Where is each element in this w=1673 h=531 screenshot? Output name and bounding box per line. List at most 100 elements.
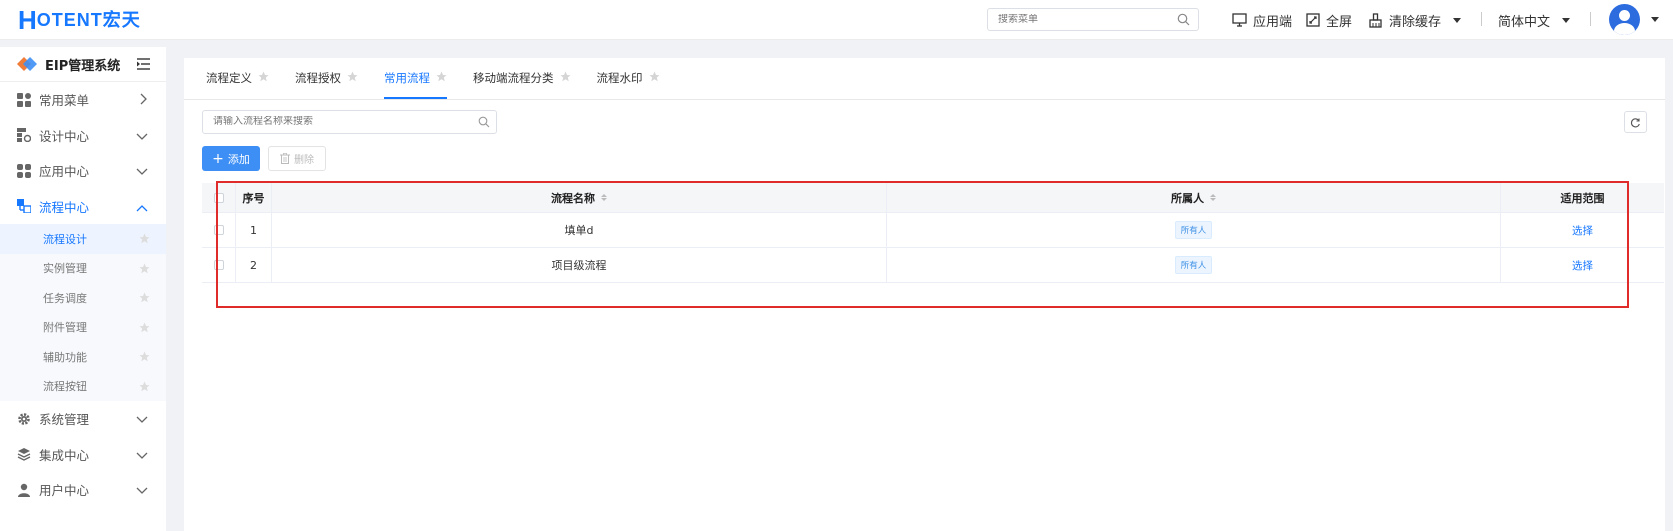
header-divider	[1590, 12, 1591, 26]
sidebar-item-user-center[interactable]: 用户中心	[0, 472, 166, 508]
flow-search-box[interactable]	[202, 110, 497, 134]
plus-icon: +	[212, 150, 224, 167]
star-icon[interactable]	[258, 71, 269, 85]
chevron-right-icon	[140, 93, 148, 108]
sidebar-subitem-label: 附件管理	[43, 321, 87, 335]
add-button[interactable]: + 添加	[202, 146, 260, 171]
sidebar-subitem-label: 辅助功能	[43, 350, 87, 364]
star-icon[interactable]	[139, 292, 150, 306]
logo-letter: H	[18, 5, 37, 35]
app-grid-icon	[17, 163, 31, 178]
tab-common-flows[interactable]: 常用流程	[384, 57, 447, 99]
sidebar-item-integration-center[interactable]: 集成中心	[0, 437, 166, 473]
delete-label: 删除	[294, 155, 314, 166]
chevron-down-icon	[136, 129, 148, 144]
sidebar-item-flow-center[interactable]: 流程中心	[0, 189, 166, 225]
sidebar-item-app-center[interactable]: 应用中心	[0, 153, 166, 189]
star-icon[interactable]	[436, 71, 447, 85]
refresh-button[interactable]	[1624, 111, 1647, 133]
chevron-down-icon	[136, 164, 148, 179]
sidebar-item-system-mgmt[interactable]: 系统管理	[0, 401, 166, 437]
star-icon[interactable]	[649, 71, 660, 85]
chevron-down-icon	[1453, 17, 1462, 23]
system-logo-icon	[17, 57, 37, 71]
design-icon	[17, 128, 31, 143]
tab-label: 流程定义	[206, 71, 252, 85]
sidebar-item-label: 流程中心	[39, 199, 90, 215]
sidebar-item-label: 系统管理	[39, 412, 90, 428]
tab-flow-authorization[interactable]: 流程授权	[295, 57, 358, 99]
tab-bar: 流程定义 流程授权 常用流程 移动端流程分类 流程水印	[184, 58, 1665, 100]
clear-cache-dropdown[interactable]: 清除缓存	[1368, 9, 1462, 31]
menu-search-box[interactable]	[987, 8, 1199, 31]
star-icon[interactable]	[139, 351, 150, 365]
app-client-label: 应用端	[1253, 14, 1293, 30]
star-icon[interactable]	[139, 322, 150, 336]
apps-icon	[17, 92, 31, 107]
clear-cache-label: 清除缓存	[1389, 14, 1442, 30]
sidebar-subitem-label: 流程按钮	[43, 380, 87, 394]
refresh-icon	[1630, 117, 1640, 127]
sidebar-header: EIP管理系统	[0, 47, 166, 82]
sidebar-item-common-menu[interactable]: 常用菜单	[0, 82, 166, 118]
trash-icon	[280, 153, 290, 164]
chevron-down-icon	[136, 448, 148, 463]
sidebar-subitem-aux-functions[interactable]: 辅助功能	[0, 342, 166, 372]
sidebar-item-label: 常用菜单	[39, 93, 90, 109]
chevron-down-icon[interactable]	[1651, 17, 1659, 22]
tab-label: 常用流程	[384, 71, 430, 85]
sidebar: EIP管理系统 常用菜单 设计中心 应用中心 流程中心 流程设计 实例管理 任务…	[0, 47, 166, 531]
chevron-down-icon	[136, 412, 148, 427]
layers-icon	[17, 447, 31, 461]
sidebar-item-label: 用户中心	[39, 483, 90, 499]
monitor-icon	[1232, 13, 1247, 27]
broom-icon	[1369, 12, 1382, 28]
brand-logo[interactable]: H OTENT宏天	[18, 6, 141, 34]
tab-label: 移动端流程分类	[473, 71, 554, 85]
sidebar-item-label: 应用中心	[39, 164, 90, 180]
highlight-box	[216, 181, 1629, 308]
star-icon[interactable]	[560, 71, 571, 85]
fullscreen-label: 全屏	[1326, 14, 1353, 30]
sidebar-subitem-flow-design[interactable]: 流程设计	[0, 224, 166, 254]
fullscreen-button[interactable]: 全屏	[1306, 9, 1352, 31]
sidebar-item-label: 设计中心	[39, 128, 90, 144]
sidebar-subitem-label: 流程设计	[43, 232, 87, 246]
system-title: EIP管理系统	[45, 58, 121, 74]
language-dropdown[interactable]: 简体中文	[1498, 9, 1571, 31]
flow-icon	[17, 199, 31, 214]
search-icon[interactable]	[1177, 13, 1190, 29]
tab-label: 流程水印	[596, 71, 643, 85]
sidebar-subitem-label: 实例管理	[43, 262, 87, 276]
delete-button[interactable]: 删除	[268, 146, 326, 171]
user-avatar[interactable]	[1609, 4, 1640, 35]
star-icon[interactable]	[139, 381, 150, 395]
tab-flow-definition[interactable]: 流程定义	[206, 57, 269, 99]
star-icon[interactable]	[347, 71, 358, 85]
app-client-button[interactable]: 应用端	[1232, 9, 1292, 31]
search-icon[interactable]	[478, 116, 490, 131]
sidebar-subitem-instance-mgmt[interactable]: 实例管理	[0, 253, 166, 283]
chevron-down-icon	[1562, 17, 1571, 23]
header-divider	[1481, 12, 1482, 26]
collapse-menu-icon[interactable]	[137, 58, 150, 73]
tab-label: 流程授权	[295, 71, 341, 85]
star-icon[interactable]	[139, 233, 150, 247]
fullscreen-icon	[1306, 13, 1320, 27]
sidebar-item-label: 集成中心	[39, 447, 90, 463]
gear-icon	[17, 412, 31, 426]
sidebar-subitem-flow-buttons[interactable]: 流程按钮	[0, 371, 166, 401]
menu-search-input[interactable]	[998, 14, 1178, 25]
tab-flow-watermark[interactable]: 流程水印	[597, 57, 660, 99]
flow-search-input[interactable]	[213, 116, 463, 127]
top-header: H OTENT宏天 应用端 全屏 清除缓存 简体中文	[0, 0, 1673, 40]
star-icon[interactable]	[139, 263, 150, 277]
sidebar-subitem-label: 任务调度	[43, 291, 87, 305]
logo-wordmark: OTENT宏天	[36, 10, 141, 30]
sidebar-subitem-task-schedule[interactable]: 任务调度	[0, 283, 166, 313]
chevron-down-icon	[136, 483, 148, 498]
sidebar-subitem-attachment-mgmt[interactable]: 附件管理	[0, 312, 166, 342]
sidebar-item-design-center[interactable]: 设计中心	[0, 118, 166, 154]
tab-mobile-flow-category[interactable]: 移动端流程分类	[473, 57, 571, 99]
chevron-up-icon	[136, 200, 148, 215]
